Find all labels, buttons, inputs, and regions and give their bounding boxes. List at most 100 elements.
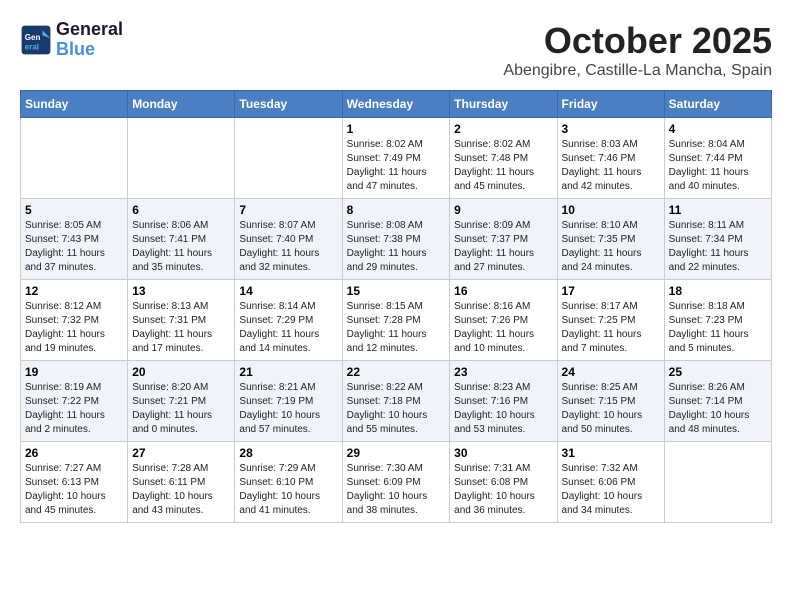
calendar-cell: 1 Sunrise: 8:02 AM Sunset: 7:49 PM Daylig…: [342, 118, 450, 199]
day-number: 28: [239, 446, 337, 460]
calendar-cell: 20 Sunrise: 8:20 AM Sunset: 7:21 PM Dayli…: [128, 361, 235, 442]
calendar-table: SundayMondayTuesdayWednesdayThursdayFrid…: [20, 90, 772, 523]
day-number: 2: [454, 122, 552, 136]
day-number: 8: [347, 203, 446, 217]
day-number: 20: [132, 365, 230, 379]
day-info: Sunrise: 8:08 AM Sunset: 7:38 PM Dayligh…: [347, 219, 446, 275]
day-info: Sunrise: 8:03 AM Sunset: 7:46 PM Dayligh…: [562, 138, 660, 194]
day-number: 23: [454, 365, 552, 379]
logo-text-line2: Blue: [56, 40, 123, 60]
calendar-cell: [664, 442, 771, 523]
day-info: Sunrise: 8:10 AM Sunset: 7:35 PM Dayligh…: [562, 219, 660, 275]
month-title: October 2025: [503, 20, 772, 62]
logo: Gen eral General Blue: [20, 20, 123, 60]
day-number: 11: [669, 203, 767, 217]
weekday-header-wednesday: Wednesday: [342, 91, 450, 118]
calendar-cell: 8 Sunrise: 8:08 AM Sunset: 7:38 PM Daylig…: [342, 199, 450, 280]
calendar-cell: 23 Sunrise: 8:23 AM Sunset: 7:16 PM Dayli…: [450, 361, 557, 442]
calendar-cell: 15Sunrise: 8:15 AM Sunset: 7:28 PM Dayli…: [342, 280, 450, 361]
weekday-header-friday: Friday: [557, 91, 664, 118]
day-number: 22: [347, 365, 446, 379]
calendar-cell: 27 Sunrise: 7:28 AM Sunset: 6:11 PM Dayli…: [128, 442, 235, 523]
calendar-cell: 17Sunrise: 8:17 AM Sunset: 7:25 PM Dayli…: [557, 280, 664, 361]
day-info: Sunrise: 7:31 AM Sunset: 6:08 PM Dayligh…: [454, 462, 552, 518]
day-number: 16: [454, 284, 552, 298]
day-info: Sunrise: 8:20 AM Sunset: 7:21 PM Dayligh…: [132, 381, 230, 437]
day-number: 4: [669, 122, 767, 136]
day-number: 27: [132, 446, 230, 460]
day-info: Sunrise: 7:27 AM Sunset: 6:13 PM Dayligh…: [25, 462, 123, 518]
day-number: 9: [454, 203, 552, 217]
day-info: Sunrise: 8:18 AM Sunset: 7:23 PM Dayligh…: [669, 300, 767, 356]
day-number: 26: [25, 446, 123, 460]
day-number: 5: [25, 203, 123, 217]
calendar-cell: 4 Sunrise: 8:04 AM Sunset: 7:44 PM Daylig…: [664, 118, 771, 199]
day-info: Sunrise: 8:14 AM Sunset: 7:29 PM Dayligh…: [239, 300, 337, 356]
calendar-cell: 7 Sunrise: 8:07 AM Sunset: 7:40 PM Daylig…: [235, 199, 342, 280]
weekday-header-tuesday: Tuesday: [235, 91, 342, 118]
day-info: Sunrise: 7:30 AM Sunset: 6:09 PM Dayligh…: [347, 462, 446, 518]
calendar-cell: 30 Sunrise: 7:31 AM Sunset: 6:08 PM Dayli…: [450, 442, 557, 523]
day-info: Sunrise: 8:16 AM Sunset: 7:26 PM Dayligh…: [454, 300, 552, 356]
day-info: Sunrise: 7:32 AM Sunset: 6:06 PM Dayligh…: [562, 462, 660, 518]
day-info: Sunrise: 8:25 AM Sunset: 7:15 PM Dayligh…: [562, 381, 660, 437]
day-info: Sunrise: 8:04 AM Sunset: 7:44 PM Dayligh…: [669, 138, 767, 194]
day-number: 1: [347, 122, 446, 136]
day-number: 17: [562, 284, 660, 298]
calendar-cell: [128, 118, 235, 199]
day-number: 29: [347, 446, 446, 460]
day-info: Sunrise: 8:02 AM Sunset: 7:49 PM Dayligh…: [347, 138, 446, 194]
day-info: Sunrise: 8:07 AM Sunset: 7:40 PM Dayligh…: [239, 219, 337, 275]
day-info: Sunrise: 8:06 AM Sunset: 7:41 PM Dayligh…: [132, 219, 230, 275]
day-info: Sunrise: 8:23 AM Sunset: 7:16 PM Dayligh…: [454, 381, 552, 437]
calendar-cell: 5Sunrise: 8:05 AM Sunset: 7:43 PM Daylig…: [21, 199, 128, 280]
day-info: Sunrise: 8:22 AM Sunset: 7:18 PM Dayligh…: [347, 381, 446, 437]
weekday-header-saturday: Saturday: [664, 91, 771, 118]
svg-text:Gen: Gen: [25, 33, 41, 42]
calendar-cell: 9 Sunrise: 8:09 AM Sunset: 7:37 PM Daylig…: [450, 199, 557, 280]
calendar-cell: [21, 118, 128, 199]
day-number: 18: [669, 284, 767, 298]
day-number: 6: [132, 203, 230, 217]
day-number: 15: [347, 284, 446, 298]
calendar-cell: 29 Sunrise: 7:30 AM Sunset: 6:09 PM Dayli…: [342, 442, 450, 523]
calendar-cell: 6 Sunrise: 8:06 AM Sunset: 7:41 PM Daylig…: [128, 199, 235, 280]
day-number: 10: [562, 203, 660, 217]
calendar-cell: [235, 118, 342, 199]
day-info: Sunrise: 7:28 AM Sunset: 6:11 PM Dayligh…: [132, 462, 230, 518]
calendar-cell: 19Sunrise: 8:19 AM Sunset: 7:22 PM Dayli…: [21, 361, 128, 442]
calendar-cell: 21 Sunrise: 8:21 AM Sunset: 7:19 PM Dayli…: [235, 361, 342, 442]
calendar-cell: 18 Sunrise: 8:18 AM Sunset: 7:23 PM Dayli…: [664, 280, 771, 361]
weekday-header-monday: Monday: [128, 91, 235, 118]
day-info: Sunrise: 7:29 AM Sunset: 6:10 PM Dayligh…: [239, 462, 337, 518]
day-info: Sunrise: 8:11 AM Sunset: 7:34 PM Dayligh…: [669, 219, 767, 275]
calendar-cell: 25Sunrise: 8:26 AM Sunset: 7:14 PM Dayli…: [664, 361, 771, 442]
day-number: 3: [562, 122, 660, 136]
calendar-cell: 28 Sunrise: 7:29 AM Sunset: 6:10 PM Dayli…: [235, 442, 342, 523]
day-number: 7: [239, 203, 337, 217]
calendar-cell: 2 Sunrise: 8:02 AM Sunset: 7:48 PM Daylig…: [450, 118, 557, 199]
calendar-cell: 16 Sunrise: 8:16 AM Sunset: 7:26 PM Dayli…: [450, 280, 557, 361]
day-number: 13: [132, 284, 230, 298]
day-number: 12: [25, 284, 123, 298]
calendar-cell: 13 Sunrise: 8:13 AM Sunset: 7:31 PM Dayli…: [128, 280, 235, 361]
day-info: Sunrise: 8:09 AM Sunset: 7:37 PM Dayligh…: [454, 219, 552, 275]
day-info: Sunrise: 8:21 AM Sunset: 7:19 PM Dayligh…: [239, 381, 337, 437]
calendar-cell: 11 Sunrise: 8:11 AM Sunset: 7:34 PM Dayli…: [664, 199, 771, 280]
day-number: 21: [239, 365, 337, 379]
day-info: Sunrise: 8:13 AM Sunset: 7:31 PM Dayligh…: [132, 300, 230, 356]
day-number: 30: [454, 446, 552, 460]
day-info: Sunrise: 8:02 AM Sunset: 7:48 PM Dayligh…: [454, 138, 552, 194]
day-number: 31: [562, 446, 660, 460]
weekday-header-thursday: Thursday: [450, 91, 557, 118]
calendar-cell: 26 Sunrise: 7:27 AM Sunset: 6:13 PM Dayli…: [21, 442, 128, 523]
calendar-cell: 24 Sunrise: 8:25 AM Sunset: 7:15 PM Dayli…: [557, 361, 664, 442]
day-number: 24: [562, 365, 660, 379]
calendar-cell: 12Sunrise: 8:12 AM Sunset: 7:32 PM Dayli…: [21, 280, 128, 361]
calendar-cell: 14 Sunrise: 8:14 AM Sunset: 7:29 PM Dayli…: [235, 280, 342, 361]
day-number: 25: [669, 365, 767, 379]
calendar-cell: 31 Sunrise: 7:32 AM Sunset: 6:06 PM Dayli…: [557, 442, 664, 523]
day-number: 14: [239, 284, 337, 298]
calendar-cell: 10 Sunrise: 8:10 AM Sunset: 7:35 PM Dayli…: [557, 199, 664, 280]
weekday-header-sunday: Sunday: [21, 91, 128, 118]
